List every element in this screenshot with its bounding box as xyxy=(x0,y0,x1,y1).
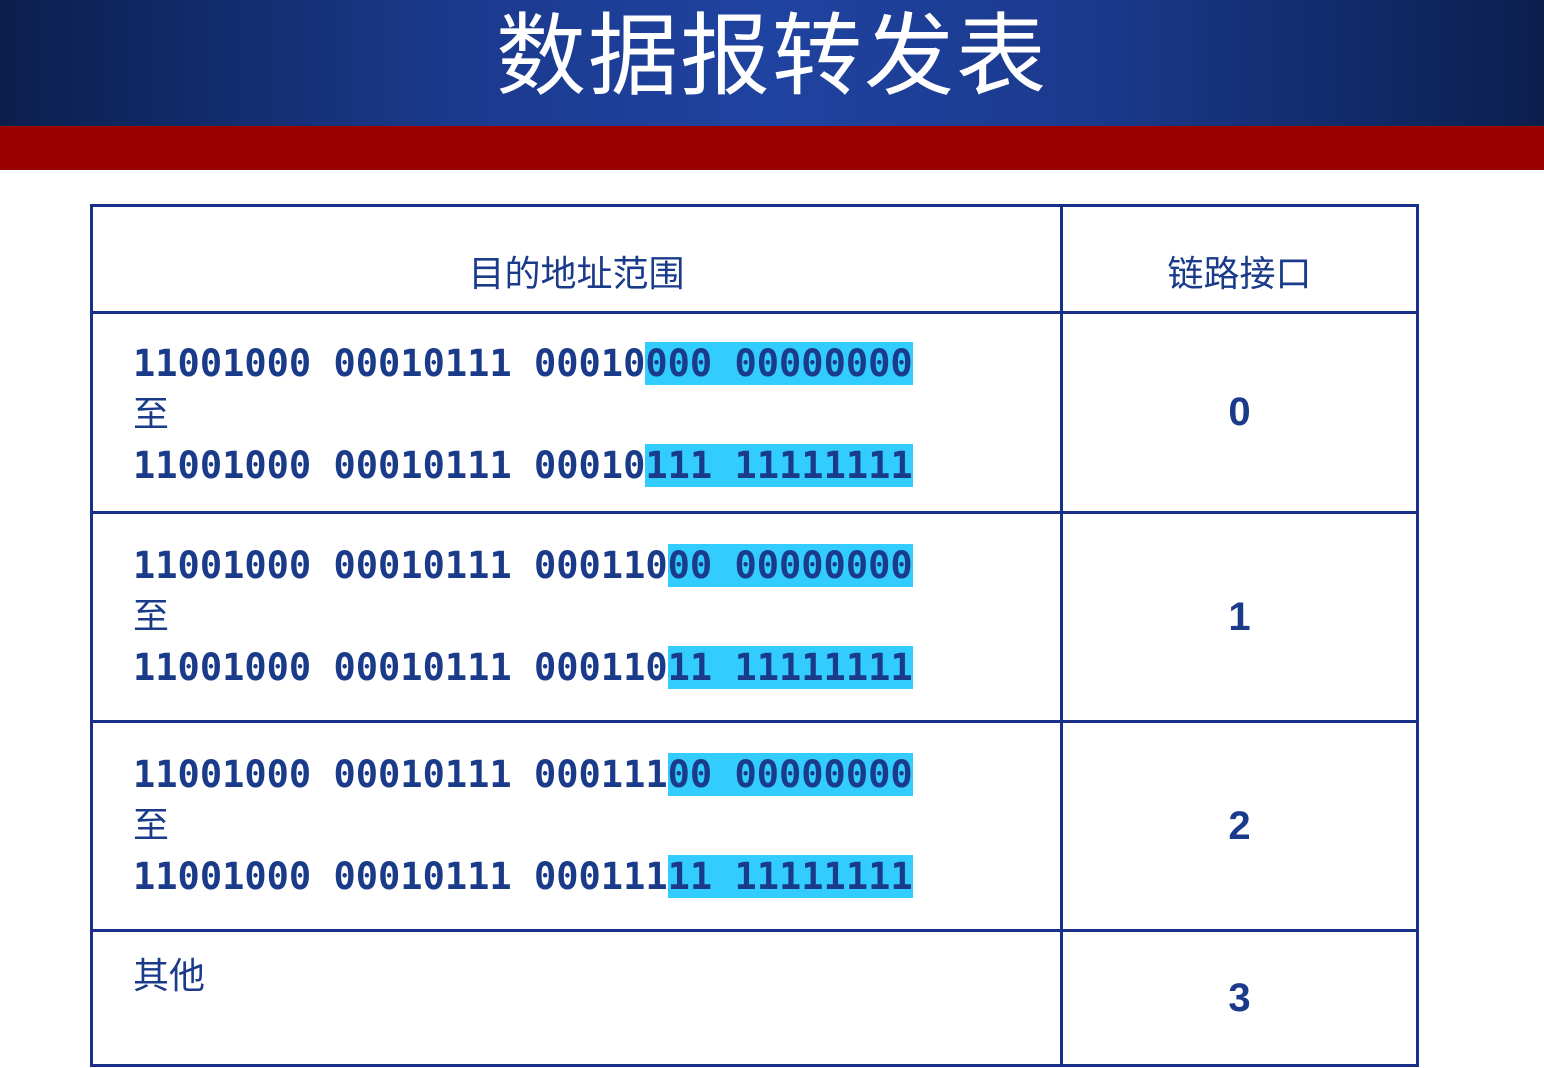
table-row: 11001000 00010111 00010000 00000000 至 11… xyxy=(90,311,1419,514)
table-header-row: 目的地址范围 链路接口 xyxy=(90,204,1419,314)
other-range-cell: 其他 xyxy=(90,929,1063,1067)
address-range-cell: 11001000 00010111 00010000 00000000 至 11… xyxy=(90,311,1063,514)
address-prefix: 11001000 00010111 00010 xyxy=(133,443,646,487)
address-range-cell: 11001000 00010111 00011000 00000000 至 11… xyxy=(90,511,1063,723)
range-to-label: 至 xyxy=(133,805,170,846)
slide-title: 数据报转发表 xyxy=(496,4,1048,109)
table-row: 11001000 00010111 00011100 00000000 至 11… xyxy=(90,720,1419,932)
header-address-range: 目的地址范围 xyxy=(90,204,1063,314)
range-end-address: 11001000 00010111 00010111 11111111 xyxy=(133,441,1060,491)
address-suffix-highlight: 000 00000000 xyxy=(645,341,913,385)
range-start-address: 11001000 00010111 00011000 00000000 xyxy=(133,541,1060,591)
address-suffix-highlight: 00 00000000 xyxy=(667,544,913,587)
address-prefix: 11001000 00010111 000110 xyxy=(133,544,668,587)
address-prefix: 11001000 00010111 000111 xyxy=(133,753,668,796)
address-suffix-highlight: 11 11111111 xyxy=(667,646,913,689)
range-to-label: 至 xyxy=(133,393,170,435)
header-link-interface: 链路接口 xyxy=(1060,204,1419,314)
link-interface-cell: 2 xyxy=(1060,720,1419,932)
address-prefix: 11001000 00010111 000110 xyxy=(133,646,668,689)
address-prefix: 11001000 00010111 000111 xyxy=(133,855,668,898)
link-interface-cell: 3 xyxy=(1060,929,1419,1067)
range-end-address: 11001000 00010111 00011111 11111111 xyxy=(133,852,1060,902)
table-row: 11001000 00010111 00011000 00000000 至 11… xyxy=(90,511,1419,723)
address-suffix-highlight: 11 11111111 xyxy=(667,855,913,898)
range-to-label: 至 xyxy=(133,596,170,637)
link-interface-cell: 1 xyxy=(1060,511,1419,723)
range-start-address: 11001000 00010111 00010000 00000000 xyxy=(133,339,1060,389)
forwarding-table: 目的地址范围 链路接口 11001000 00010111 00010000 0… xyxy=(90,204,1419,1067)
range-start-address: 11001000 00010111 00011100 00000000 xyxy=(133,750,1060,800)
range-end-address: 11001000 00010111 00011011 11111111 xyxy=(133,643,1060,693)
table-row: 其他 3 xyxy=(90,929,1419,1067)
link-interface-cell: 0 xyxy=(1060,311,1419,514)
address-prefix: 11001000 00010111 00010 xyxy=(133,341,646,385)
address-range-cell: 11001000 00010111 00011100 00000000 至 11… xyxy=(90,720,1063,932)
address-suffix-highlight: 111 11111111 xyxy=(645,443,913,487)
address-suffix-highlight: 00 00000000 xyxy=(667,753,913,796)
slide: 数据报转发表 目的地址范围 链路接口 11001000 00010111 000… xyxy=(0,0,1544,1068)
red-band xyxy=(0,126,1544,170)
